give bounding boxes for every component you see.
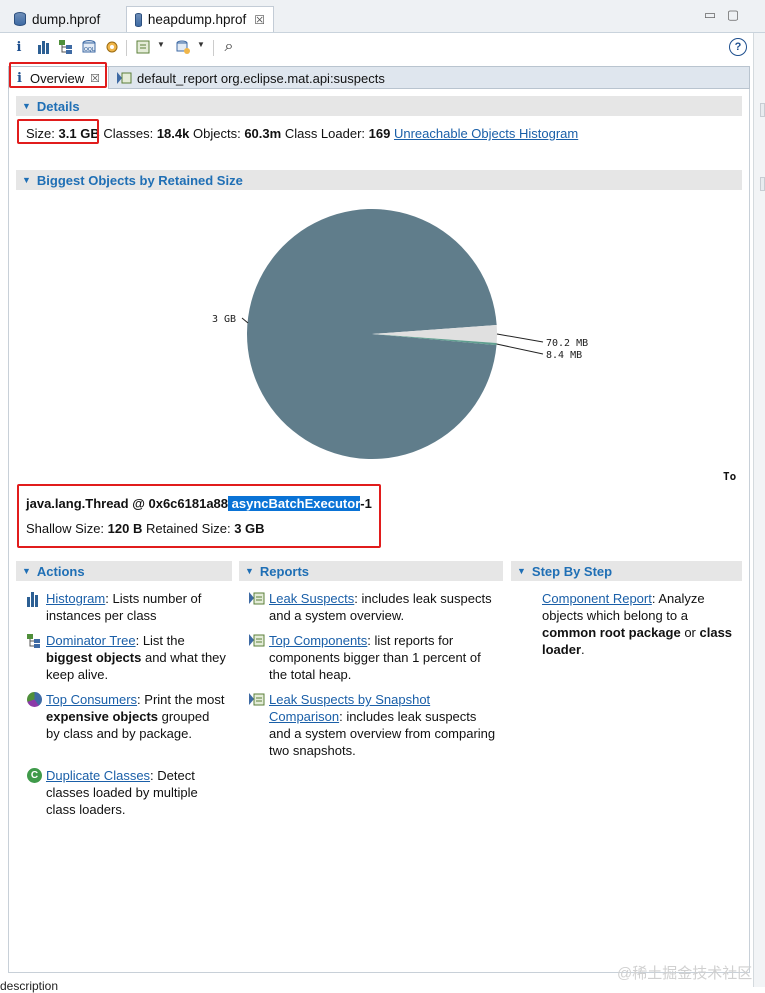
gear-icon[interactable]: [103, 38, 121, 56]
collapse-triangle-icon: ▼: [22, 175, 31, 185]
minimize-button[interactable]: ▭: [703, 8, 717, 22]
status-description: description: [0, 979, 59, 993]
details-section-header[interactable]: ▼ Details: [16, 96, 742, 116]
highlight-box: [17, 484, 381, 548]
action-top-consumers: Top Consumers: Print the most expensive …: [46, 691, 226, 742]
class-loader-label: Class Loader:: [284, 126, 366, 141]
top-components-link[interactable]: Top Components: [269, 633, 367, 648]
report-leak-suspects: Leak Suspects: includes leak suspects an…: [269, 590, 497, 624]
highlight-box: [17, 119, 99, 144]
leak-suspects-link[interactable]: Leak Suspects: [269, 591, 354, 606]
details-header-label: Details: [36, 98, 80, 114]
leak-suspects-comparison-link[interactable]: Comparison: [269, 709, 339, 724]
dominator-tree-icon: [27, 634, 40, 648]
search-icon[interactable]: ⌕: [220, 38, 238, 56]
action-histogram: Histogram: Lists number of instances per…: [46, 590, 226, 624]
component-report-link[interactable]: Component Report: [542, 591, 652, 606]
collapse-triangle-icon: ▼: [22, 101, 31, 111]
unreachable-histogram-link[interactable]: Unreachable Objects Histogram: [394, 126, 578, 141]
biggest-objects-section-header[interactable]: ▼ Biggest Objects by Retained Size: [16, 170, 742, 190]
collapse-triangle-icon: ▼: [22, 566, 31, 576]
editor-tab-dump[interactable]: dump.hprof: [6, 6, 108, 32]
pie-leader-line: [496, 333, 544, 343]
biggest-objects-header-label: Biggest Objects by Retained Size: [36, 172, 243, 188]
leak-suspects-comparison-link[interactable]: Leak Suspects by Snapshot: [269, 692, 430, 707]
highlight-box: [9, 62, 107, 88]
histogram-link[interactable]: Histogram: [46, 591, 105, 606]
reports-section-header[interactable]: ▼ Reports: [239, 561, 503, 581]
info-icon[interactable]: i: [10, 38, 28, 56]
editor-tab-heapdump[interactable]: heapdump.hprof ☒: [126, 6, 274, 32]
collapse-triangle-icon: ▼: [245, 566, 254, 576]
details-line: Size: 3.1 GB Classes: 18.4k Objects: 60.…: [26, 126, 578, 141]
classes-value: 18.4k: [156, 126, 190, 141]
database-icon: [14, 12, 26, 26]
tab-report-label: default_report org.eclipse.mat.api:suspe…: [137, 70, 385, 86]
step-description: or: [680, 625, 700, 640]
class-loader-value: 169: [368, 126, 391, 141]
pie-leader-line: [496, 343, 544, 355]
chevron-down-icon[interactable]: ▼: [197, 40, 205, 49]
report-icon: [249, 634, 265, 647]
report-icon: [249, 693, 265, 706]
query-browser-icon[interactable]: [174, 38, 192, 56]
retained-size-pie-chart[interactable]: 3 GB 70.2 MB8.4 MB: [150, 196, 630, 468]
action-emphasis: expensive objects: [46, 709, 158, 724]
collapse-triangle-icon: ▼: [517, 566, 526, 576]
pie-leader-line: [241, 317, 249, 324]
top-consumers-icon: [27, 692, 42, 707]
dominator-tree-icon[interactable]: [57, 38, 75, 56]
watermark: @稀土掘金技术社区: [617, 965, 753, 982]
reports-header-label: Reports: [259, 563, 310, 579]
svg-text:OQL: OQL: [84, 47, 95, 53]
chevron-down-icon[interactable]: ▼: [157, 40, 165, 49]
action-description: : Print the most: [137, 692, 225, 707]
classes-label: Classes:: [103, 126, 154, 141]
objects-label: Objects:: [193, 126, 241, 141]
tab-default-report[interactable]: default_report org.eclipse.mat.api:suspe…: [112, 67, 389, 89]
report-top-components: Top Components: list reports for compone…: [269, 632, 497, 683]
editor-tab-strip: [0, 0, 765, 33]
histogram-icon[interactable]: [34, 38, 52, 56]
toolbar-separator: [126, 40, 127, 56]
dominator-tree-link[interactable]: Dominator Tree: [46, 633, 136, 648]
top-consumers-link[interactable]: Top Consumers: [46, 692, 137, 707]
report-icon: [249, 592, 265, 605]
pie-slice-label: 8.4 MB: [546, 350, 582, 361]
step-description: .: [581, 642, 585, 657]
toolbar-separator: [213, 40, 214, 56]
actions-section-header[interactable]: ▼ Actions: [16, 561, 232, 581]
step-by-step-section-header[interactable]: ▼ Step By Step: [511, 561, 742, 581]
report-snapshot-comparison: Leak Suspects by Snapshot Comparison: in…: [269, 691, 497, 759]
maximize-button[interactable]: ▢: [726, 8, 740, 22]
action-duplicate-classes: Duplicate Classes: Detect classes loaded…: [46, 767, 226, 818]
run-report-icon[interactable]: [134, 38, 152, 56]
histogram-icon: [27, 592, 42, 607]
pie-slice-label: 70.2 MB: [546, 338, 588, 349]
help-icon[interactable]: ?: [729, 38, 747, 56]
report-icon: [117, 72, 132, 84]
action-emphasis: biggest objects: [46, 650, 142, 665]
action-description: : List the: [135, 633, 185, 648]
close-icon[interactable]: ☒: [254, 13, 265, 27]
actions-header-label: Actions: [36, 563, 85, 579]
side-panel-marker[interactable]: [760, 103, 765, 117]
oql-icon[interactable]: OQL: [80, 38, 98, 56]
pie-slice-label: 3 GB: [212, 314, 236, 325]
editor-tab-label: heapdump.hprof: [147, 12, 247, 27]
action-dominator-tree: Dominator Tree: List the biggest objects…: [46, 632, 226, 683]
duplicate-classes-icon: C: [27, 768, 42, 783]
side-panel-marker[interactable]: [760, 177, 765, 191]
database-icon: [135, 12, 142, 27]
duplicate-classes-link[interactable]: Duplicate Classes: [46, 768, 150, 783]
editor-tab-label: dump.hprof: [32, 11, 101, 27]
truncated-label: To: [723, 470, 737, 483]
step-component-report: Component Report: Analyze objects which …: [542, 590, 738, 658]
step-emphasis: common root package: [542, 625, 681, 640]
step-by-step-header-label: Step By Step: [531, 563, 613, 579]
objects-value: 60.3m: [244, 126, 282, 141]
